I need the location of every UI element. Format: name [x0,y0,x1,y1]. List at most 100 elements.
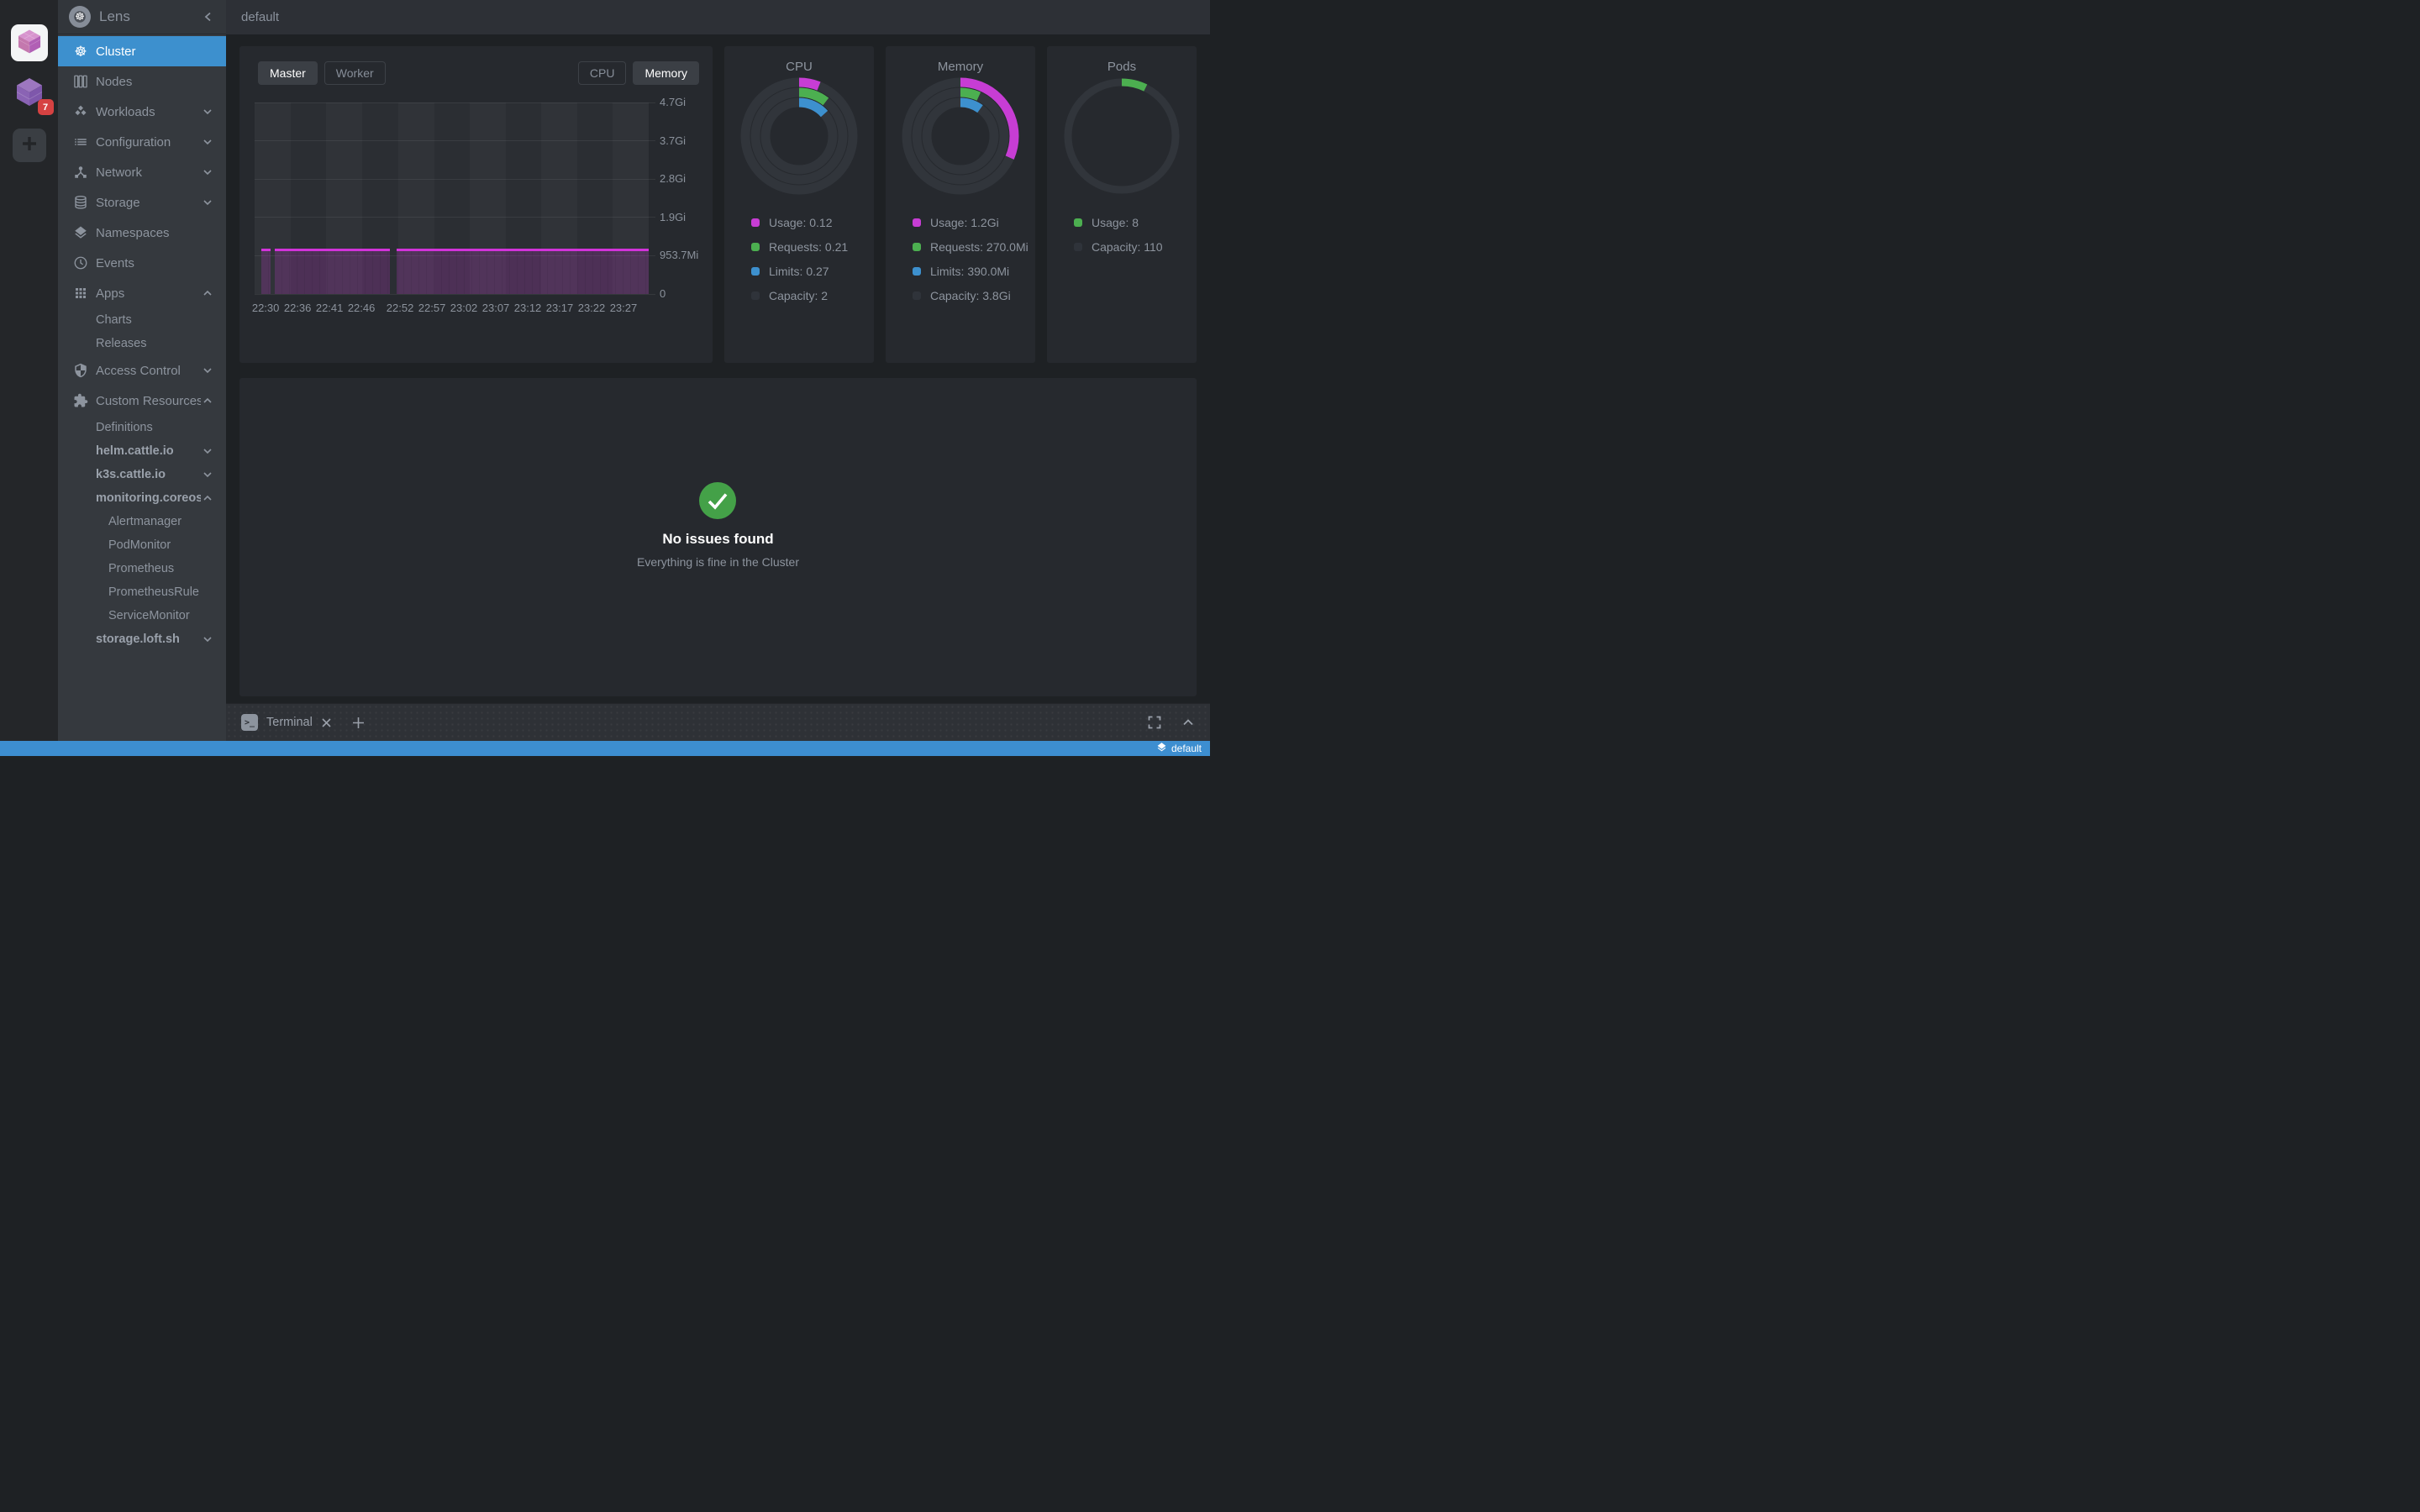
pods-donut-chart [1055,69,1189,203]
metric-toggle-group: CPUMemory [578,61,699,85]
cluster-cube-icon [14,26,45,60]
terminal-tab[interactable]: Terminal [266,716,313,729]
node-worker-button[interactable]: Worker [324,61,386,85]
sidebar-item-label: Network [96,165,201,180]
legend-swatch-icon [913,218,921,227]
sidebar-item-prometheusrule[interactable]: PrometheusRule [58,580,226,604]
chart-toggles: MasterWorker CPUMemory [258,61,699,85]
sidebar-item-access-control[interactable]: Access Control [58,355,226,386]
network-icon [73,165,88,180]
metric-memory-button[interactable]: Memory [633,61,699,85]
cpu-donut-chart [732,69,866,203]
memory-usage-chart: 4.7Gi3.7Gi2.8Gi1.9Gi953.7Mi022:3022:3622… [255,102,649,294]
sidebar-item-monitoring-coreos[interactable]: monitoring.coreos… [58,486,226,510]
sidebar-item-label: Storage [96,196,201,210]
legend-swatch-icon [913,243,921,251]
sidebar-item-label: Custom Resources [96,394,201,408]
sidebar-item-network[interactable]: Network [58,157,226,187]
legend: Usage: 0.12Requests: 0.21Limits: 0.27Cap… [751,216,869,302]
sidebar-item-nodes[interactable]: Nodes [58,66,226,97]
sidebar-item-label: Apps [96,286,201,301]
metric-cpu-button[interactable]: CPU [578,61,627,85]
sidebar-item-label: Namespaces [96,226,214,240]
add-cluster-button[interactable] [13,129,46,162]
sidebar-item-label: Cluster [96,45,214,59]
sidebar-item-configuration[interactable]: Configuration [58,127,226,157]
chevron-down-icon [201,444,214,458]
dock-controls [1148,716,1195,729]
main-column: default MasterWorker CPUMemory 4.7Gi3.7G… [226,0,1210,741]
sidebar-item-events[interactable]: Events [58,248,226,278]
plus-icon [20,134,39,157]
legend-label: Capacity: 2 [769,289,828,302]
sidebar-item-workloads[interactable]: Workloads [58,97,226,127]
sidebar-item-podmonitor[interactable]: PodMonitor [58,533,226,557]
sidebar-item-alertmanager[interactable]: Alertmanager [58,510,226,533]
statusbar-namespace[interactable]: default [1171,743,1202,754]
terminal-icon: >_ [241,714,258,731]
legend-label: Usage: 0.12 [769,216,833,229]
new-terminal-icon[interactable] [352,717,365,729]
sidebar-item-apps[interactable]: Apps [58,278,226,308]
x-axis-tick: 23:17 [546,302,574,314]
sidebar-item-label: Definitions [96,421,214,434]
legend-label: Requests: 270.0Mi [930,240,1028,254]
x-axis-tick: 22:46 [348,302,376,314]
sidebar-item-namespaces[interactable]: Namespaces [58,218,226,248]
close-terminal-icon[interactable] [321,717,332,728]
expand-dock-icon[interactable] [1181,716,1195,729]
status-bar: default [0,741,1210,756]
sidebar-item-storage[interactable]: Storage [58,187,226,218]
chevron-up-icon [201,394,214,407]
sidebar-item-prometheus[interactable]: Prometheus [58,557,226,580]
sidebar-header: ☸ Lens [58,0,226,34]
configuration-icon [73,134,88,150]
legend-item: Capacity: 3.8Gi [913,289,1030,302]
x-axis-tick: 23:22 [578,302,606,314]
cluster-icon-active[interactable] [11,24,48,61]
events-icon [73,255,88,270]
chevron-up-icon [201,491,214,505]
legend-label: Capacity: 3.8Gi [930,289,1011,302]
sidebar-item-label: k3s.cattle.io [96,468,201,481]
notification-badge: 7 [38,99,54,115]
check-circle-icon [699,482,736,519]
fullscreen-icon[interactable] [1148,716,1161,729]
sidebar-item-k3s-cattle-io[interactable]: k3s.cattle.io [58,463,226,486]
legend-label: Limits: 390.0Mi [930,265,1009,278]
x-axis-tick: 22:36 [284,302,312,314]
sidebar-item-helm-cattle-io[interactable]: helm.cattle.io [58,439,226,463]
legend-item: Limits: 390.0Mi [913,265,1030,278]
sidebar-collapse-icon[interactable] [202,10,215,24]
y-axis-tick: 2.8Gi [660,172,686,185]
sidebar-item-servicemonitor[interactable]: ServiceMonitor [58,604,226,627]
legend-item: Requests: 0.21 [751,240,869,254]
sidebar-item-custom-resources[interactable]: Custom Resources [58,386,226,416]
apps-icon [73,286,88,301]
chevron-down-icon [201,196,214,209]
sidebar-item-releases[interactable]: Releases [58,332,226,355]
sidebar-item-storage-loft-sh[interactable]: storage.loft.sh [58,627,226,651]
events-title: No issues found [662,531,773,548]
legend-item: Usage: 8 [1074,216,1192,229]
x-axis-tick: 23:07 [482,302,510,314]
sidebar-item-charts[interactable]: Charts [58,308,226,332]
node-master-button[interactable]: Master [258,61,318,85]
sidebar-item-cluster[interactable]: ☸Cluster [58,36,226,66]
main-row: 7 ☸ Lens ☸ClusterNodesWorkloadsConfigura… [0,0,1210,741]
access-control-icon [73,363,88,378]
pods-card: PodsUsage: 8Capacity: 110 [1047,46,1197,363]
cluster-icon-secondary[interactable]: 7 [11,75,48,112]
sidebar-item-label: Events [96,256,214,270]
cpu-card: CPUUsage: 0.12Requests: 0.21Limits: 0.27… [724,46,874,363]
sidebar-item-label: Workloads [96,105,201,119]
gridline [255,102,655,103]
legend-item: Usage: 0.12 [751,216,869,229]
app-name: Lens [99,8,193,25]
sidebar-item-label: PrometheusRule [108,585,214,599]
sidebar-item-definitions[interactable]: Definitions [58,416,226,439]
lens-logo-icon: ☸ [69,6,91,28]
sidebar: ☸ Lens ☸ClusterNodesWorkloadsConfigurati… [58,0,226,741]
chevron-down-icon [201,165,214,179]
sidebar-menu: ☸ClusterNodes Workloads Configuration Netwo… [58,34,226,651]
